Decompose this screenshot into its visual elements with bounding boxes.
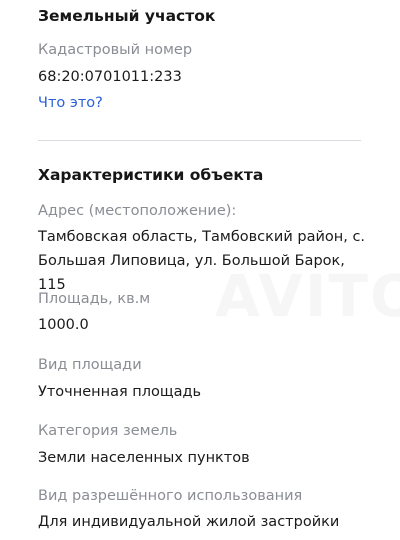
- area-type-label: Вид площади: [38, 357, 142, 373]
- land-category-label: Категория земель: [38, 423, 178, 439]
- area-type-value: Уточненная площадь: [38, 384, 202, 400]
- address-label: Адрес (местоположение):: [38, 203, 237, 219]
- permitted-use-value: Для индивидуальной жилой застройки: [38, 514, 340, 530]
- area-label: Площадь, кв.м: [38, 291, 151, 307]
- land-plot-section-title: Земельный участок: [38, 7, 216, 25]
- section-divider: [38, 140, 361, 141]
- cadastral-number-label: Кадастровый номер: [38, 42, 193, 58]
- what-is-it-link[interactable]: Что это?: [38, 95, 103, 111]
- address-value: Тамбовская область, Тамбовский район, с.…: [38, 229, 366, 293]
- land-plot-details-page: AVITO Земельный участок Кадастровый номе…: [0, 0, 400, 540]
- area-value: 1000.0: [38, 317, 89, 333]
- cadastral-number-value: 68:20:0701011:233: [38, 69, 182, 85]
- permitted-use-label: Вид разрешённого использования: [38, 488, 303, 504]
- object-characteristics-title: Характеристики объекта: [38, 166, 264, 184]
- land-category-value: Земли населенных пунктов: [38, 450, 250, 466]
